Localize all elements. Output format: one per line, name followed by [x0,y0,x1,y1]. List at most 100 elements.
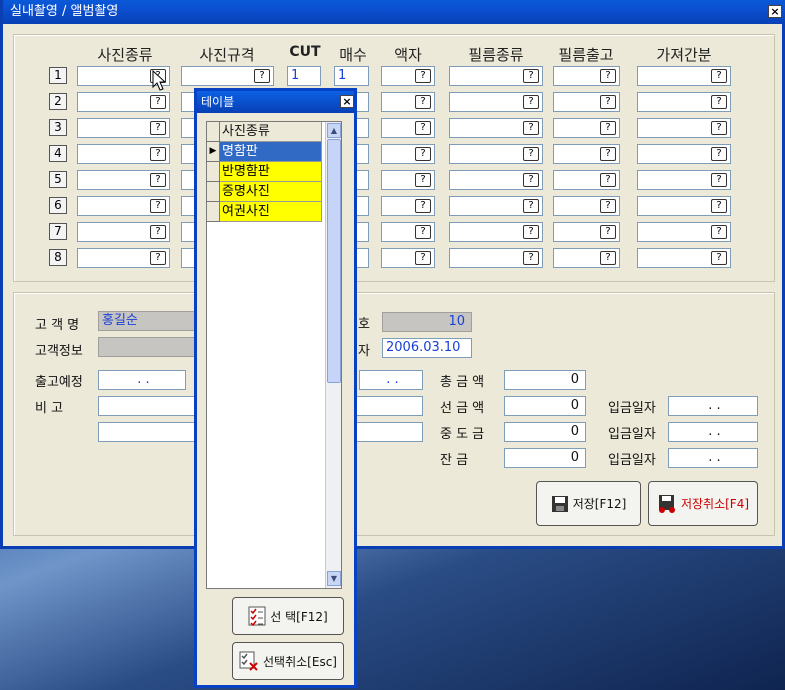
lookup-button[interactable]: ? [711,95,727,109]
photo-size-field[interactable]: ? [181,66,274,86]
lookup-button[interactable]: ? [711,199,727,213]
lookup-button[interactable]: ? [600,199,616,213]
lookup-button[interactable]: ? [600,173,616,187]
payment-date-field[interactable]: . . [668,396,758,416]
dialog-close-icon[interactable]: × [340,95,354,108]
due-date-field-2[interactable]: . . [359,370,423,390]
film-release-field[interactable]: ? [553,92,620,112]
save-button[interactable]: 저장[F12] [536,481,641,526]
photo-type-field[interactable]: ? [77,196,170,216]
picked-up-field[interactable]: ? [637,118,731,138]
picked-up-field[interactable]: ? [637,248,731,268]
lookup-button[interactable]: ? [711,121,727,135]
film-type-field[interactable]: ? [449,170,543,190]
lookup-button[interactable]: ? [523,69,539,83]
grid-row[interactable]: 여권사진 [207,202,325,222]
film-type-field[interactable]: ? [449,118,543,138]
lookup-button[interactable]: ? [415,69,431,83]
lookup-button[interactable]: ? [415,199,431,213]
lookup-button[interactable]: ? [711,251,727,265]
lookup-button[interactable]: ? [415,173,431,187]
lookup-button[interactable]: ? [523,173,539,187]
cancel-save-button[interactable]: 저장취소[F4] [648,481,758,526]
lookup-button[interactable]: ? [600,225,616,239]
lookup-button[interactable]: ? [415,121,431,135]
date-field[interactable]: 2006.03.10 [382,338,472,358]
lookup-button[interactable]: ? [711,147,727,161]
scroll-up-arrow-icon[interactable]: ▲ [327,123,341,138]
lookup-button[interactable]: ? [415,225,431,239]
lookup-button[interactable]: ? [600,69,616,83]
lookup-button[interactable]: ? [150,147,166,161]
photo-type-field[interactable]: ? [77,248,170,268]
lookup-button[interactable]: ? [150,225,166,239]
lookup-button[interactable]: ? [150,95,166,109]
quantity-field[interactable]: 1 [334,66,369,86]
photo-type-field[interactable]: ? [77,170,170,190]
balance-field[interactable]: 0 [504,448,586,468]
middle-payment-field[interactable]: 0 [504,422,586,442]
lookup-button[interactable]: ? [150,199,166,213]
customer-info-field[interactable] [98,337,198,357]
film-type-field[interactable]: ? [449,66,543,86]
film-release-field[interactable]: ? [553,118,620,138]
frame-field[interactable]: ? [381,196,435,216]
lookup-button[interactable]: ? [254,69,270,83]
cut-field[interactable]: 1 [287,66,321,86]
film-release-field[interactable]: ? [553,248,620,268]
payment-date-field-2[interactable]: . . [668,422,758,442]
frame-field[interactable]: ? [381,118,435,138]
lookup-button[interactable]: ? [523,199,539,213]
select-button[interactable]: 선 택[F12] [232,597,344,635]
lookup-button[interactable]: ? [415,95,431,109]
lookup-button[interactable]: ? [711,69,727,83]
film-release-field[interactable]: ? [553,170,620,190]
film-release-field[interactable]: ? [553,196,620,216]
payment-date-field-3[interactable]: . . [668,448,758,468]
close-icon[interactable]: × [768,5,782,18]
frame-field[interactable]: ? [381,248,435,268]
lookup-button[interactable]: ? [150,173,166,187]
lookup-button[interactable]: ? [523,147,539,161]
picked-up-field[interactable]: ? [637,170,731,190]
photo-type-field[interactable]: ? [77,222,170,242]
lookup-button[interactable]: ? [600,251,616,265]
lookup-button[interactable]: ? [523,225,539,239]
picked-up-field[interactable]: ? [637,196,731,216]
scroll-thumb[interactable] [327,139,341,383]
lookup-button[interactable]: ? [711,173,727,187]
grid-cell-photo-type[interactable]: 반명함판 [220,162,322,182]
frame-field[interactable]: ? [381,222,435,242]
lookup-button[interactable]: ? [150,251,166,265]
due-date-field[interactable]: . . [98,370,186,390]
film-type-field[interactable]: ? [449,222,543,242]
cancel-selection-button[interactable]: 선택취소[Esc] [232,642,344,680]
scroll-down-arrow-icon[interactable]: ▼ [327,571,341,586]
customer-name-field[interactable]: 홍길순 [98,311,198,331]
lookup-button[interactable]: ? [600,121,616,135]
grid-cell-photo-type[interactable]: 증명사진 [220,182,322,202]
lookup-button[interactable]: ? [415,251,431,265]
grid-row[interactable]: 증명사진 [207,182,325,202]
film-type-field[interactable]: ? [449,92,543,112]
grid-row[interactable]: ▶ 명함판 [207,142,325,162]
film-release-field[interactable]: ? [553,66,620,86]
frame-field[interactable]: ? [381,144,435,164]
lookup-button[interactable]: ? [523,121,539,135]
lookup-button[interactable]: ? [523,251,539,265]
picked-up-field[interactable]: ? [637,66,731,86]
grid-row[interactable]: 반명함판 [207,162,325,182]
lookup-button[interactable]: ? [711,225,727,239]
frame-field[interactable]: ? [381,92,435,112]
lookup-button[interactable]: ? [523,95,539,109]
advance-amount-field[interactable]: 0 [504,396,586,416]
picked-up-field[interactable]: ? [637,222,731,242]
picked-up-field[interactable]: ? [637,144,731,164]
photo-type-field[interactable]: ? [77,144,170,164]
grid-scrollbar[interactable]: ▲ ▼ [325,122,341,588]
frame-field[interactable]: ? [381,170,435,190]
film-type-field[interactable]: ? [449,196,543,216]
lookup-button[interactable]: ? [150,121,166,135]
film-release-field[interactable]: ? [553,222,620,242]
picked-up-field[interactable]: ? [637,92,731,112]
